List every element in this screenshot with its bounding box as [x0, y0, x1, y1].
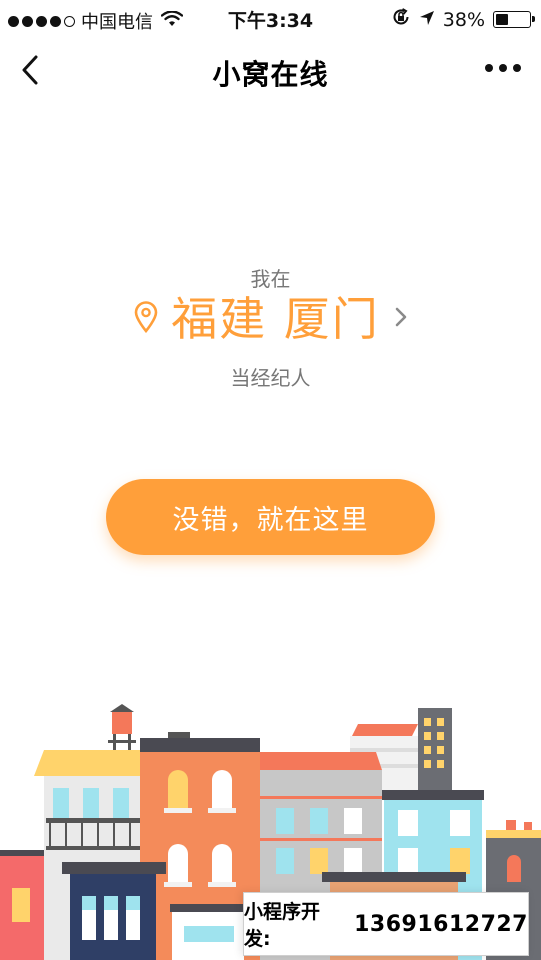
- location-arrow-icon: [419, 9, 435, 31]
- status-bar: 中国电信 下午3:34 38%: [0, 0, 541, 36]
- city-name: 福建 厦门: [171, 292, 380, 346]
- location-prefix: 我在: [250, 267, 291, 291]
- ad-phone-number: 13691612727: [354, 911, 528, 937]
- battery-fill: [496, 14, 509, 25]
- page-title: 小窝在线: [212, 58, 329, 91]
- status-right: 38%: [391, 7, 535, 32]
- ad-banner[interactable]: 小程序开发: 13691612727: [243, 892, 529, 956]
- map-pin-icon: [133, 301, 159, 337]
- chevron-right-icon: [394, 306, 408, 332]
- more-dots-icon: [485, 64, 493, 72]
- battery-percent: 38%: [442, 8, 485, 31]
- more-dot: [499, 64, 507, 72]
- location-suffix: 当经纪人: [230, 366, 311, 390]
- more-dot: [513, 64, 521, 72]
- battery-icon: [493, 11, 535, 28]
- rotation-lock-icon: [391, 7, 411, 32]
- more-button[interactable]: [481, 58, 525, 78]
- ad-label: 小程序开发:: [244, 901, 321, 950]
- confirm-location-button[interactable]: 没错，就在这里: [106, 479, 435, 555]
- location-selector[interactable]: 福建 厦门: [0, 296, 541, 342]
- nav-bar: 小窝在线: [0, 36, 541, 106]
